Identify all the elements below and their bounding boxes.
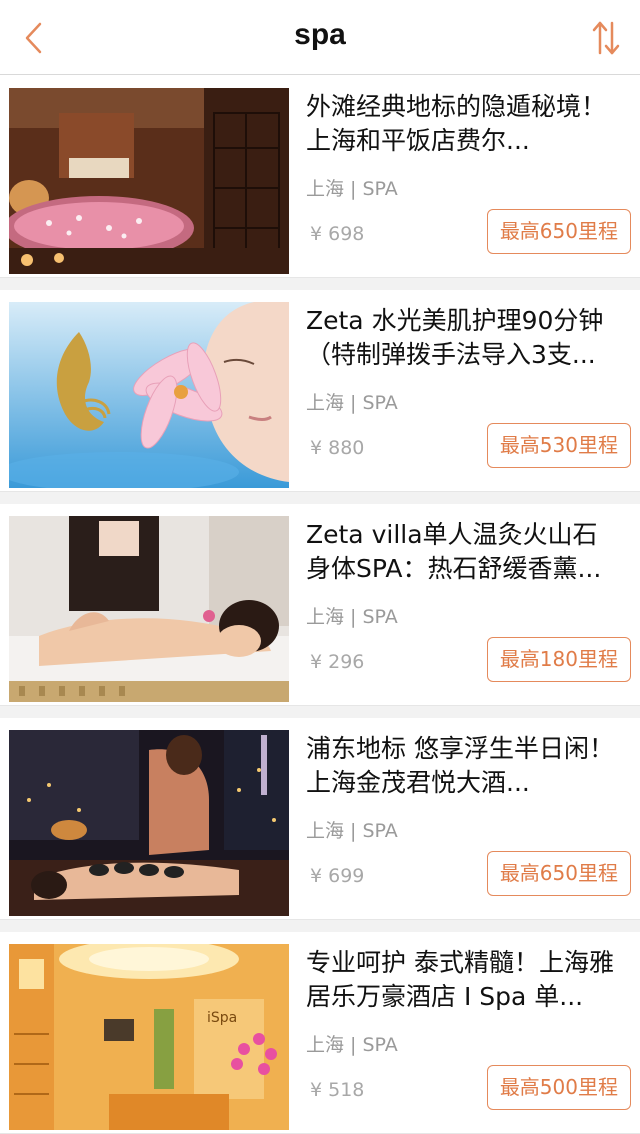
item-title: 专业呵护 泰式精髓！上海雅居乐万豪酒店 I Spa 单... xyxy=(306,948,614,1011)
list-item[interactable]: iSpa 专业呵护 泰式精髓！上海雅居乐万豪酒店 I Spa 单... 上海 |… xyxy=(0,932,640,1134)
item-location-category: 上海 | SPA xyxy=(306,820,398,842)
item-location-category: 上海 | SPA xyxy=(306,1034,398,1056)
item-title: Zeta 水光美肌护理90分钟（特制弹拨手法导入3支... xyxy=(306,306,604,369)
divider xyxy=(0,706,640,718)
item-price: ¥ 296 xyxy=(310,651,365,673)
sort-button[interactable] xyxy=(586,16,626,60)
back-massage-image xyxy=(9,516,289,702)
divider xyxy=(0,492,640,504)
navbar: spa xyxy=(0,0,640,75)
list-item[interactable]: Zeta villa单人温灸火山石身体SPA：热石舒缓香薰... 上海 | SP… xyxy=(0,504,640,706)
item-price: ¥ 699 xyxy=(310,865,365,887)
spa-room-image xyxy=(9,88,289,274)
miles-badge-button[interactable]: 最高180里程 xyxy=(486,637,631,682)
miles-badge-button[interactable]: 最高650里程 xyxy=(486,209,631,254)
item-title: Zeta villa单人温灸火山石身体SPA：热石舒缓香薰... xyxy=(306,520,602,583)
page-title: spa xyxy=(294,18,346,51)
face-lily-image xyxy=(9,302,289,488)
item-title: 外滩经典地标的隐遁秘境！上海和平饭店费尔... xyxy=(306,92,607,155)
product-list: 外滩经典地标的隐遁秘境！上海和平饭店费尔... 上海 | SPA ¥ 698 最… xyxy=(0,76,640,1134)
item-location-category: 上海 | SPA xyxy=(306,606,398,628)
divider xyxy=(0,278,640,290)
item-price: ¥ 880 xyxy=(310,437,365,459)
list-item[interactable]: 浦东地标 悠享浮生半日闲！上海金茂君悦大酒... 上海 | SPA ¥ 699 … xyxy=(0,718,640,920)
sort-arrows-icon xyxy=(592,21,620,55)
item-location-category: 上海 | SPA xyxy=(306,392,398,414)
miles-badge-button[interactable]: 最高500里程 xyxy=(486,1065,631,1110)
list-item[interactable]: Zeta 水光美肌护理90分钟（特制弹拨手法导入3支... 上海 | SPA ¥… xyxy=(0,290,640,492)
item-title: 浦东地标 悠享浮生半日闲！上海金茂君悦大酒... xyxy=(306,734,614,797)
miles-badge-button[interactable]: 最高650里程 xyxy=(486,851,631,896)
miles-badge-button[interactable]: 最高530里程 xyxy=(486,423,631,468)
item-price: ¥ 698 xyxy=(310,223,365,245)
ispa-lobby-image: iSpa xyxy=(9,944,289,1130)
hot-stone-image xyxy=(9,730,289,916)
svg-text:iSpa: iSpa xyxy=(207,1010,237,1026)
list-item[interactable]: 外滩经典地标的隐遁秘境！上海和平饭店费尔... 上海 | SPA ¥ 698 最… xyxy=(0,76,640,278)
divider xyxy=(0,920,640,932)
item-location-category: 上海 | SPA xyxy=(306,178,398,200)
item-price: ¥ 518 xyxy=(310,1079,365,1101)
